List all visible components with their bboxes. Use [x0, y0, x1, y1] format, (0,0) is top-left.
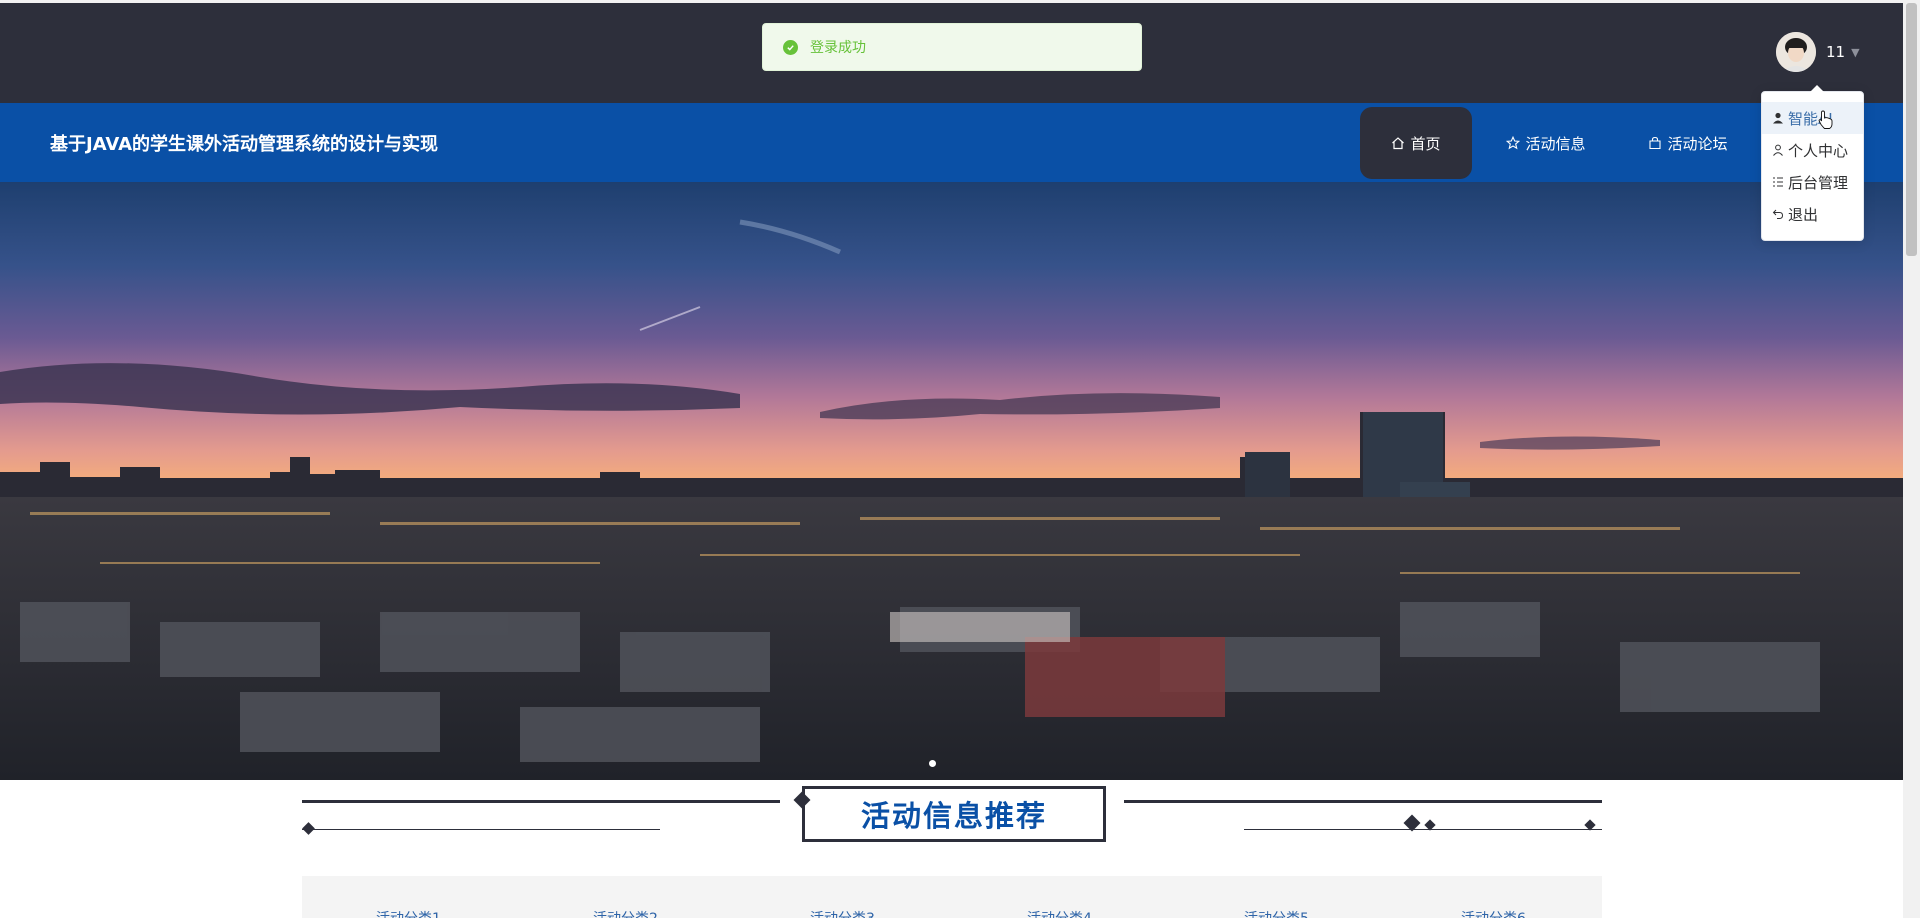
user-icon: [1773, 144, 1783, 156]
category-tab[interactable]: 活动分类4: [1027, 908, 1092, 918]
caret-down-icon: ▼: [1851, 45, 1860, 59]
menu-item-ai[interactable]: 智能AI: [1762, 102, 1863, 134]
shopping-bag-icon: [1649, 136, 1662, 150]
user-filled-icon: [1773, 112, 1783, 124]
menu-item-profile[interactable]: 个人中心: [1762, 134, 1863, 166]
nav-item-activity-forum[interactable]: 活动论坛: [1632, 107, 1744, 179]
user-name: 11: [1826, 43, 1846, 61]
user-dropdown-menu: 智能AI 个人中心 后台管理 退出: [1761, 85, 1864, 241]
list-icon: [1773, 177, 1783, 187]
menu-item-logout[interactable]: 退出: [1762, 198, 1863, 230]
mouse-cursor-icon: [1818, 110, 1833, 129]
decor-diamond: [302, 822, 315, 835]
section-title: 活动信息推荐: [802, 786, 1106, 842]
category-tab[interactable]: 活动分类1: [376, 908, 441, 918]
menu-item-label: 退出: [1788, 205, 1819, 224]
scrollbar-thumb[interactable]: [1906, 3, 1917, 256]
hero-carousel[interactable]: [0, 182, 1903, 780]
nav-item-label: 活动信息: [1525, 134, 1586, 153]
category-tab[interactable]: 活动分类5: [1244, 908, 1309, 918]
category-tabs: 活动分类1 活动分类2 活动分类3 活动分类4 活动分类5 活动分类6: [302, 876, 1602, 918]
decor-line: [1244, 829, 1602, 830]
city-skyline-image: [0, 219, 1903, 780]
user-menu-trigger[interactable]: 11 ▼: [1776, 32, 1860, 72]
nav-item-home[interactable]: 首页: [1360, 107, 1472, 179]
page: 登录成功 11 ▼ 智能AI 个人中心 后台管理 退出 基于JAVA的学生课外活…: [0, 0, 1920, 918]
nav-item-label: 首页: [1410, 134, 1441, 153]
home-icon: [1392, 137, 1405, 150]
carousel-dot[interactable]: [929, 760, 936, 767]
decor-line: [302, 829, 660, 830]
menu-item-label: 后台管理: [1788, 173, 1849, 192]
menu-item-label: 个人中心: [1788, 141, 1849, 160]
category-tab[interactable]: 活动分类6: [1461, 908, 1526, 918]
back-icon: [1772, 209, 1784, 219]
success-toast: 登录成功: [762, 23, 1142, 71]
star-icon: [1506, 136, 1521, 150]
section-header: 活动信息推荐: [302, 782, 1602, 862]
category-tab[interactable]: 活动分类2: [593, 908, 658, 918]
avatar[interactable]: [1776, 32, 1816, 72]
toast-message: 登录成功: [810, 40, 866, 56]
success-check-icon: [783, 39, 798, 55]
category-tab[interactable]: 活动分类3: [810, 908, 875, 918]
decor-line: [302, 800, 780, 803]
site-title: 基于JAVA的学生课外活动管理系统的设计与实现: [50, 133, 439, 155]
decor-line: [1124, 800, 1602, 803]
carousel-indicator: [929, 760, 936, 767]
nav-item-activity-info[interactable]: 活动信息: [1490, 107, 1602, 179]
nav-item-label: 活动论坛: [1667, 134, 1728, 153]
menu-item-admin[interactable]: 后台管理: [1762, 166, 1863, 198]
nav-bar: 基于JAVA的学生课外活动管理系统的设计与实现 首页 活动信息 活动论坛: [0, 103, 1903, 182]
